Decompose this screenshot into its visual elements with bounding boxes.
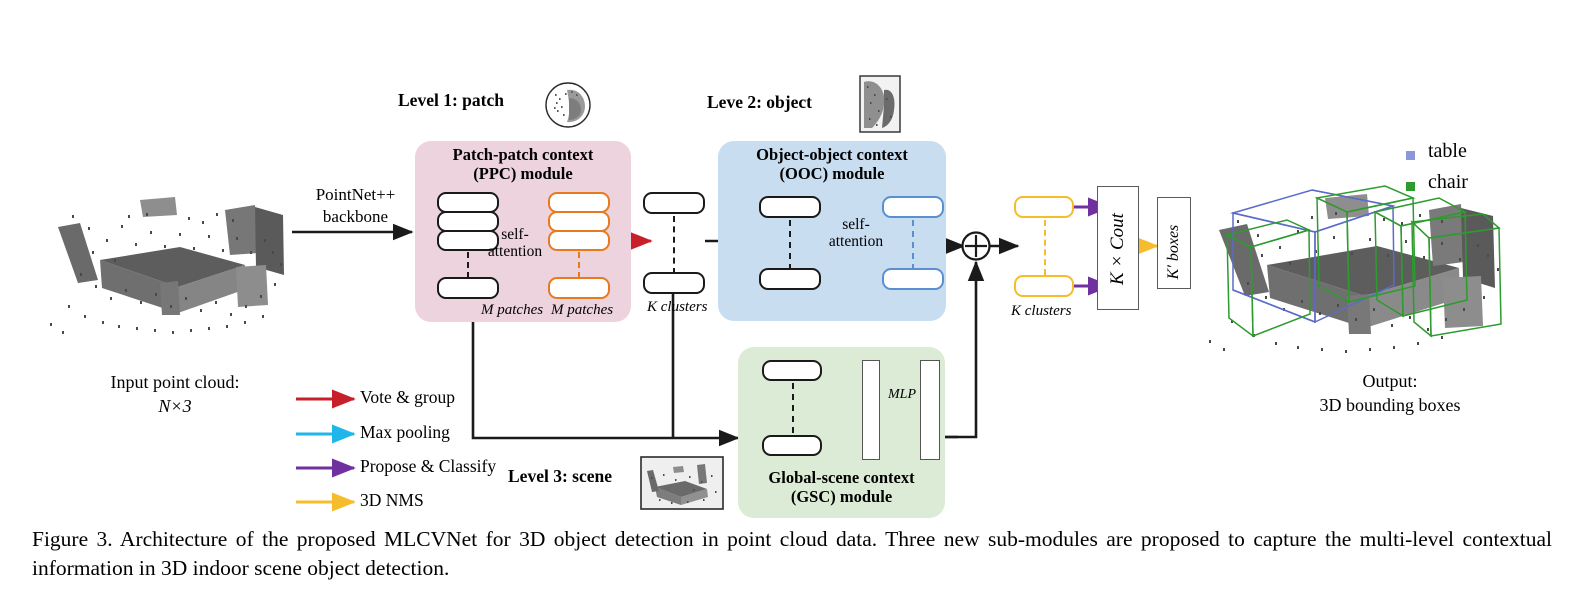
legend-label-vote-group: Vote & group: [360, 387, 455, 407]
ppc-output-box-last: [548, 277, 610, 299]
gsc-input-box-top: [762, 360, 822, 381]
fusion-plus-icon: [961, 231, 991, 261]
class-legend-chair: chair: [1406, 171, 1526, 198]
figure-caption: Figure 3. Architecture of the proposed M…: [32, 527, 1552, 580]
gsc-title-line1: Global-scene context: [768, 468, 915, 487]
ppc-self-attention-label: self- attention: [477, 226, 553, 260]
kclusters-box-bottom: [643, 272, 705, 294]
level1-title: Level 1: patch: [398, 90, 504, 110]
class-swatch-table: [1406, 151, 1415, 160]
ooc-module-title: Object-object context (OOC) module: [718, 145, 946, 184]
legend-item-max-pooling: Max pooling: [296, 421, 546, 447]
class-label-table: table: [1428, 140, 1467, 162]
kclusters-mid-caption: K clusters: [647, 299, 708, 315]
legend-label-3d-nms: 3D NMS: [360, 490, 424, 510]
class-legend-table: table: [1406, 140, 1526, 167]
backbone-line2: backbone: [322, 207, 389, 227]
ppc-output-box-1: [548, 192, 610, 213]
level2-title: Leve 2: object: [707, 92, 812, 112]
legend-label-max-pooling: Max pooling: [360, 422, 450, 442]
ooc-title-line2: (OOC) module: [779, 164, 885, 184]
ooc-input-dashed-connector: [789, 220, 791, 270]
backbone-label: PointNet++ backbone: [293, 184, 418, 229]
legend-item-vote-group: Vote & group: [296, 386, 546, 412]
kcout-label: K × Cout: [1107, 209, 1129, 289]
ppc-output-box-3: [548, 230, 610, 251]
ooc-title-line1: Object-object context: [756, 145, 908, 164]
legend-label-propose-classify: Propose & Classify: [360, 456, 497, 476]
final-kclusters-box-bottom: [1014, 275, 1074, 297]
kboxes-label: K′ boxes: [1165, 217, 1183, 287]
gsc-mlp-output-bar: [920, 360, 940, 460]
gsc-module-title: Global-scene context (GSC) module: [738, 468, 945, 507]
legend-item-propose-classify: Propose & Classify: [296, 455, 546, 481]
ooc-input-box-top: [759, 196, 821, 218]
ooc-self-attention-label: self- attention: [818, 216, 894, 250]
ppc-title-line2: (PPC) module: [473, 164, 573, 184]
ppc-input-dashed-connector: [467, 252, 469, 278]
ppc-self-attention-line2: attention: [487, 243, 543, 261]
ooc-self-attention-line1: self-: [842, 216, 870, 233]
gsc-title-line2: (GSC) module: [790, 487, 893, 507]
input-label-line2: N×3: [158, 395, 192, 416]
ppc-input-box-last: [437, 277, 499, 299]
output-label-line1: Output:: [1362, 371, 1418, 391]
ppc-output-dashed-connector: [578, 252, 580, 278]
output-label: Output: 3D bounding boxes: [1255, 370, 1525, 418]
ooc-self-attention-line2: attention: [828, 233, 884, 251]
kclusters-box-top: [643, 192, 705, 214]
output-label-line2: 3D bounding boxes: [1319, 394, 1461, 415]
gsc-pooled-feature-bar: [862, 360, 880, 460]
arrow-gsc-fusion-riser: [941, 260, 985, 439]
legend-item-3d-nms: 3D NMS: [296, 489, 546, 515]
final-kclusters-box-top: [1014, 196, 1074, 218]
kclusters-dashed-connector: [673, 216, 675, 274]
kboxes-label-text: K′ boxes: [1165, 224, 1182, 280]
kcout-label-text: K × Cout: [1107, 213, 1128, 285]
ppc-self-attention-line1: self-: [501, 226, 529, 243]
ppc-output-box-2: [548, 211, 610, 232]
class-label-chair: chair: [1428, 171, 1468, 193]
ppc-right-caption: M patches: [551, 302, 614, 318]
ppc-title-line1: Patch-patch context: [452, 145, 594, 164]
level1-patch-thumbnail: [545, 82, 591, 128]
gsc-mlp-label: MLP: [888, 387, 916, 402]
ppc-input-box-1: [437, 192, 499, 213]
gsc-input-dashed-connector: [792, 383, 794, 433]
ppc-left-caption: M patches: [481, 302, 544, 318]
level3-scene-thumbnail: [640, 456, 724, 510]
ooc-output-box-top: [882, 196, 944, 218]
input-point-cloud-label: Input point cloud: N×3: [60, 371, 290, 419]
ooc-input-box-bottom: [759, 268, 821, 290]
class-swatch-chair: [1406, 182, 1415, 191]
gsc-input-box-bottom: [762, 435, 822, 456]
input-point-cloud-image: [40, 155, 290, 345]
ooc-output-box-bottom: [882, 268, 944, 290]
input-label-line1: Input point cloud:: [110, 372, 240, 392]
ppc-module-title: Patch-patch context (PPC) module: [415, 145, 631, 184]
figure-canvas: Input point cloud: N×3 PointNet++ backbo…: [0, 0, 1583, 607]
level2-object-thumbnail: [859, 75, 901, 133]
final-kclusters-dashed-connector: [1044, 220, 1046, 275]
backbone-line1: PointNet++: [315, 185, 396, 204]
final-kclusters-caption: K clusters: [1011, 303, 1072, 319]
ooc-output-dashed-connector: [912, 220, 914, 270]
